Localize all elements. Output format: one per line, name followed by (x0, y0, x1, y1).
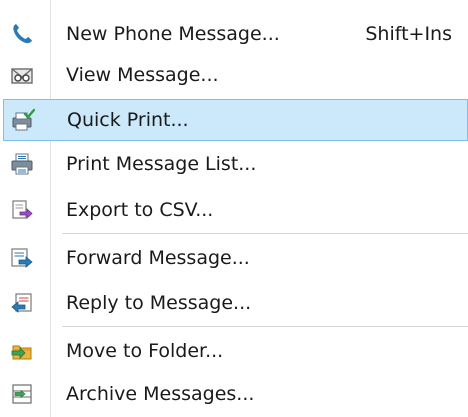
menu-item-print-message-list[interactable]: Print Message List... (0, 143, 468, 185)
archive-icon (10, 382, 34, 406)
menu-item-label: Quick Print... (67, 109, 189, 131)
menu-item-archive-messages[interactable]: Archive Messages... (0, 373, 468, 415)
menu-item-reply-message[interactable]: Reply to Message... (0, 282, 468, 324)
context-menu: New Phone Message... Shift+Ins View Mess… (0, 0, 468, 417)
menu-item-label: View Message... (66, 64, 219, 86)
menu-separator (62, 233, 468, 234)
menu-item-label: New Phone Message... (66, 23, 280, 45)
view-message-icon (10, 63, 34, 87)
menu-item-quick-print[interactable]: Quick Print... (3, 99, 468, 141)
export-csv-icon (10, 198, 34, 222)
menu-separator (62, 326, 468, 327)
menu-item-move-to-folder[interactable]: Move to Folder... (0, 330, 468, 372)
move-folder-icon (10, 339, 34, 363)
menu-item-forward-message[interactable]: Forward Message... (0, 237, 468, 279)
menu-item-new-phone-message[interactable]: New Phone Message... Shift+Ins (0, 13, 468, 55)
menu-item-label: Export to CSV... (66, 199, 214, 221)
menu-item-label: Print Message List... (66, 153, 257, 175)
menu-item-label: Forward Message... (66, 247, 250, 269)
quick-print-icon (11, 108, 36, 132)
menu-item-view-message[interactable]: View Message... (0, 54, 468, 96)
shortcut-label: Shift+Ins (365, 23, 452, 45)
printer-icon (10, 152, 34, 176)
phone-icon (10, 22, 34, 46)
menu-item-label: Reply to Message... (66, 292, 252, 314)
menu-item-label: Archive Messages... (66, 383, 255, 405)
forward-message-icon (10, 246, 34, 270)
menu-item-export-csv[interactable]: Export to CSV... (0, 189, 468, 231)
menu-item-label: Move to Folder... (66, 340, 224, 362)
reply-message-icon (10, 291, 34, 315)
